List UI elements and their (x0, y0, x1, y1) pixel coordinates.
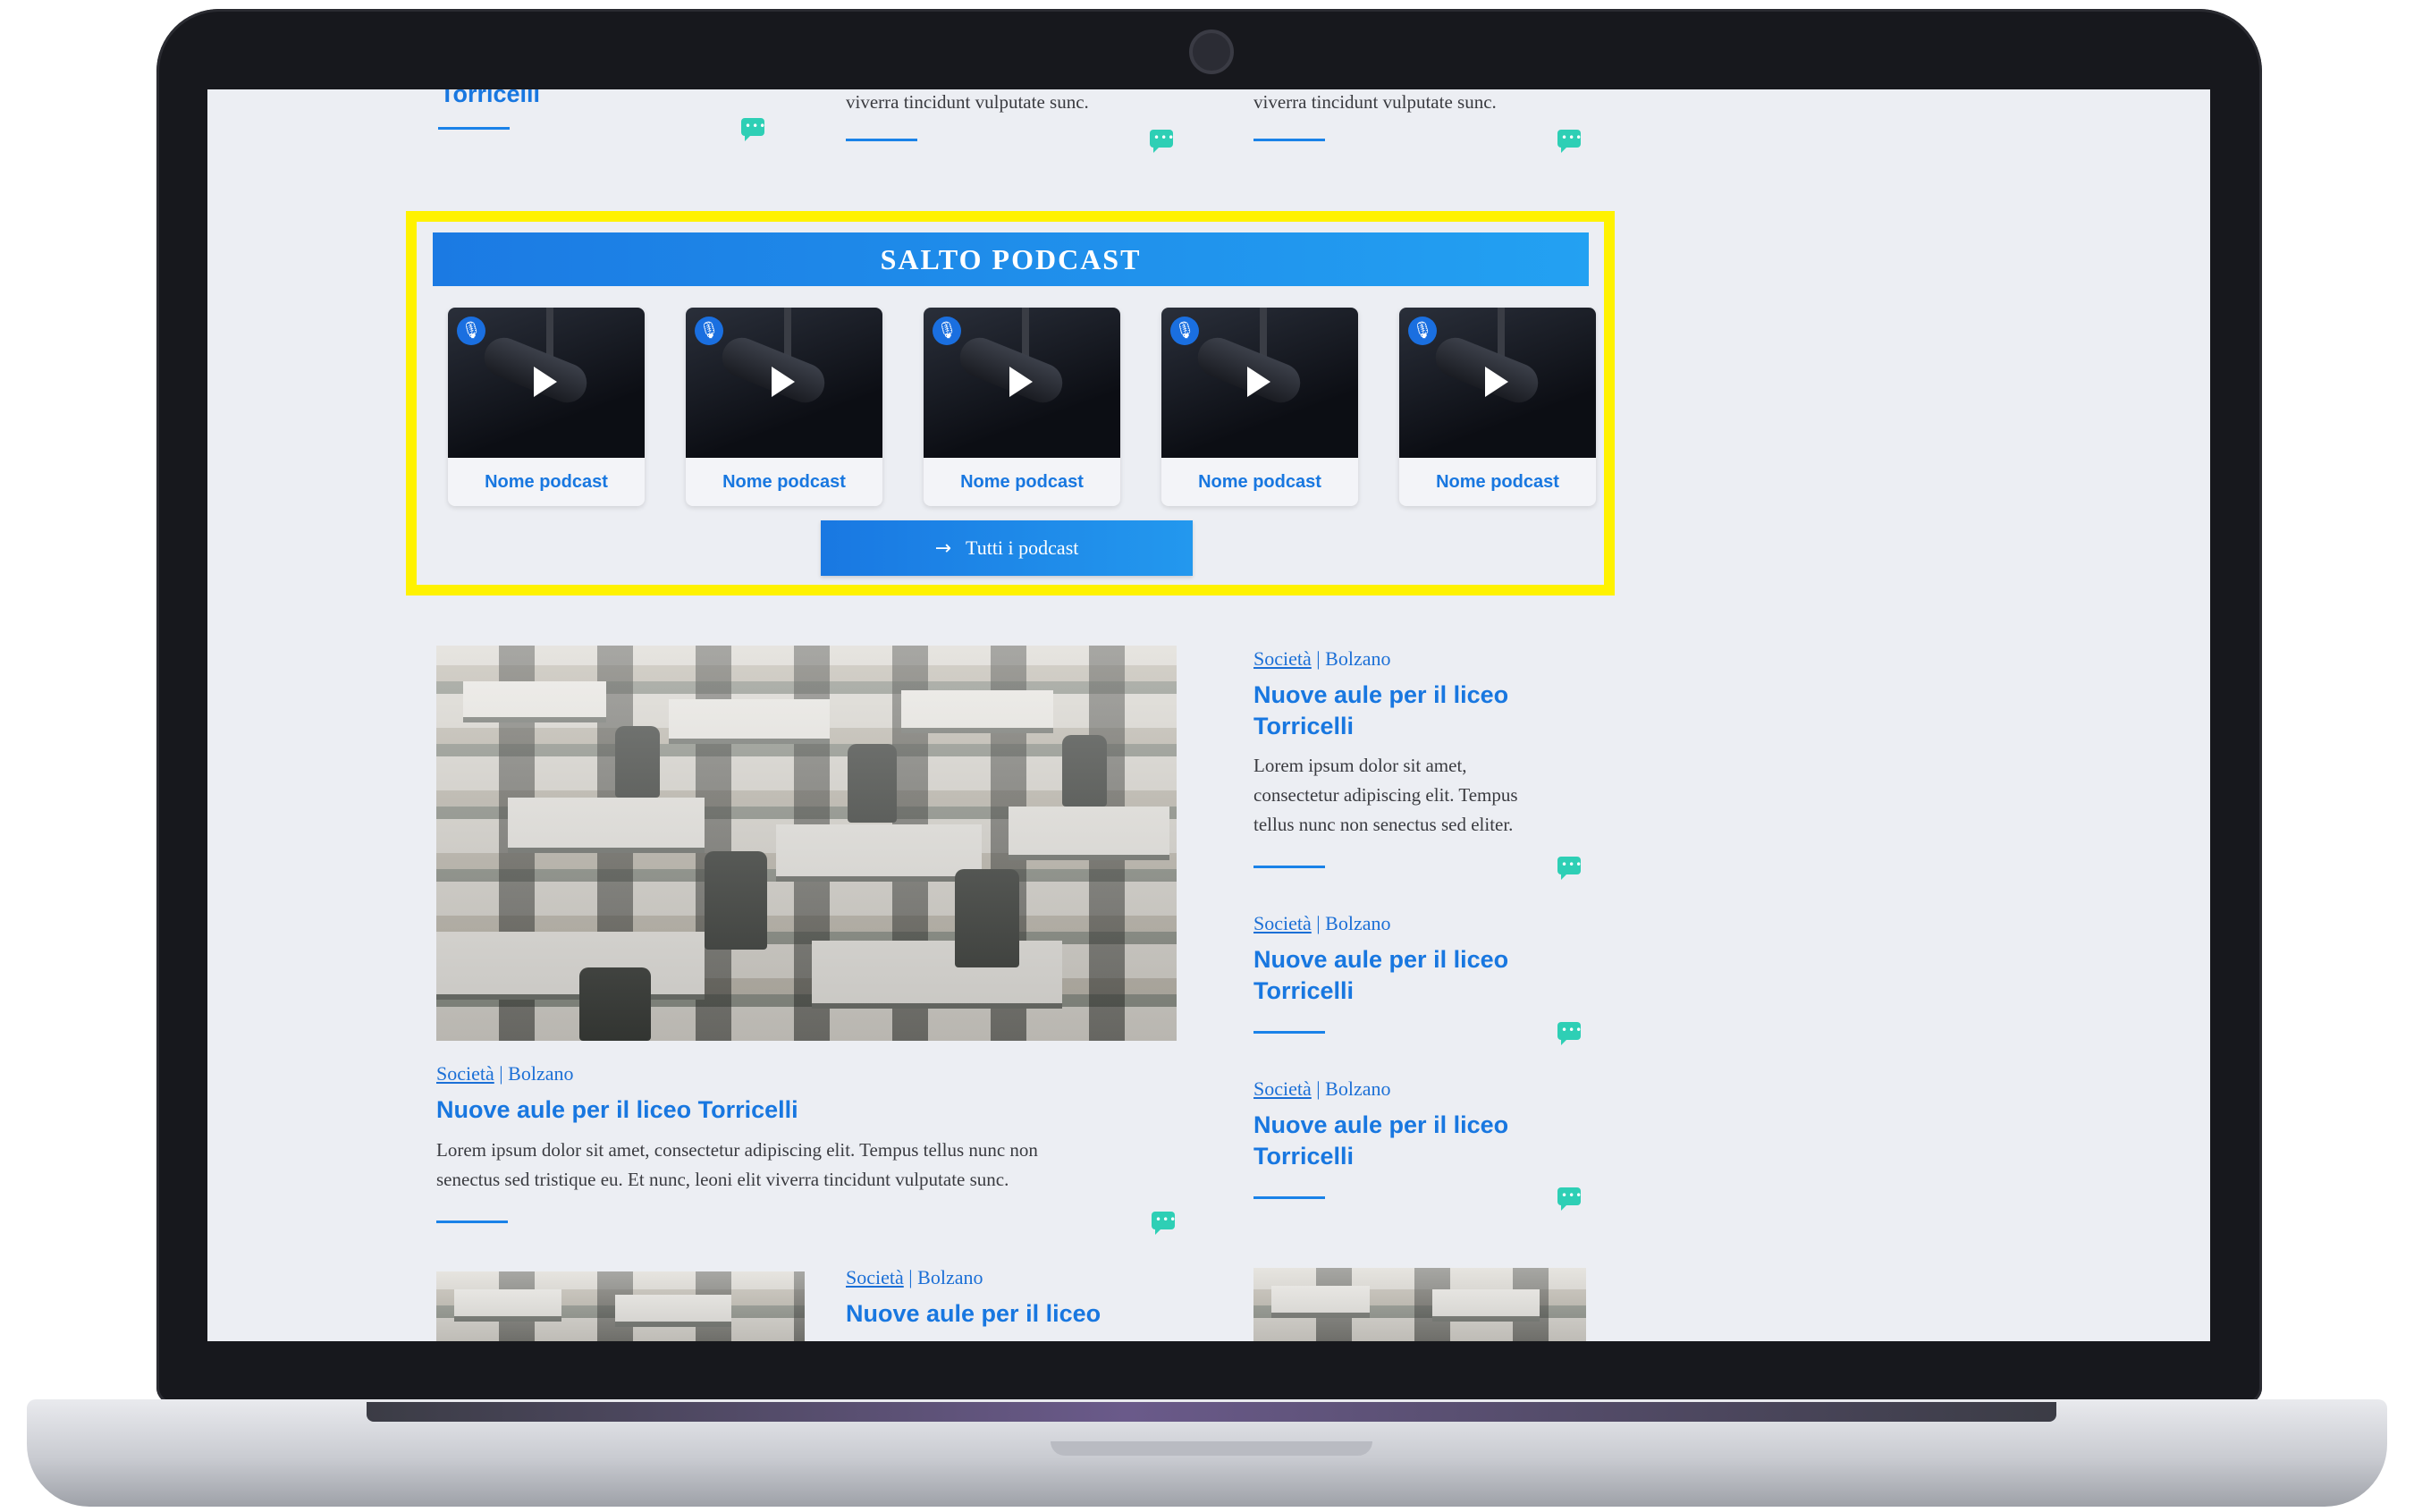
article-category[interactable]: Società | Bolzano (846, 1266, 983, 1289)
location-link[interactable]: Bolzano (917, 1266, 983, 1288)
article-title-line[interactable]: Nuove aule per il liceo (1253, 680, 1508, 711)
article-excerpt-line: senectus sed tristique eu. Et nunc, leon… (436, 1169, 1009, 1190)
podcast-card[interactable]: 🎙 Nome podcast (1399, 308, 1596, 506)
microphone-icon: 🎙 (457, 317, 485, 345)
article-excerpt-line: Lorem ipsum dolor sit amet, consectetur … (436, 1139, 1038, 1161)
article-excerpt-line: consectetur adipiscing elit. Tempus (1253, 784, 1518, 806)
article-title-line[interactable]: Nuove aule per il liceo (1253, 944, 1508, 976)
podcast-card-label[interactable]: Nome podcast (1399, 458, 1596, 506)
microphone-icon: 🎙 (933, 317, 961, 345)
all-podcasts-button[interactable]: → Tutti i podcast (821, 520, 1193, 576)
image-shading (1253, 1268, 1586, 1341)
comment-icon[interactable]: ••• (1557, 130, 1582, 153)
category-link[interactable]: Società (846, 1266, 904, 1288)
microphone-icon: 🎙 (1170, 317, 1199, 345)
category-link[interactable]: Società (1253, 647, 1312, 670)
location-link[interactable]: Bolzano (508, 1062, 573, 1085)
podcast-card[interactable]: 🎙 Nome podcast (924, 308, 1120, 506)
podcast-thumbnail[interactable]: 🎙 (448, 308, 645, 458)
article-excerpt-line: Lorem ipsum dolor sit amet, (1253, 755, 1467, 776)
article-category[interactable]: Società | Bolzano (1253, 647, 1391, 671)
article-excerpt: Lorem ipsum dolor sit amet, consectetur … (1253, 751, 1518, 840)
article-title[interactable]: Nuove aule per il liceo Torricelli (1253, 1110, 1508, 1172)
microphone-icon: 🎙 (695, 317, 723, 345)
article-divider (846, 139, 917, 141)
category-link[interactable]: Società (1253, 912, 1312, 934)
location-link[interactable]: Bolzano (1325, 1077, 1390, 1100)
laptop-keyboard-edge (367, 1402, 2056, 1422)
microphone-icon: 🎙 (1408, 317, 1437, 345)
all-podcasts-label: Tutti i podcast (966, 536, 1079, 559)
article-divider (1253, 1031, 1325, 1034)
play-icon[interactable] (1247, 367, 1270, 397)
article-title-line[interactable]: Torricelli (1253, 1141, 1508, 1172)
comment-icon[interactable]: ••• (1557, 857, 1582, 880)
podcast-thumbnail[interactable]: 🎙 (1161, 308, 1358, 458)
article-divider (438, 127, 510, 130)
article-divider (1253, 139, 1325, 141)
podcast-card[interactable]: 🎙 Nome podcast (1161, 308, 1358, 506)
podcast-card-label[interactable]: Nome podcast (1161, 458, 1358, 506)
category-link[interactable]: Società (436, 1062, 494, 1085)
article-title[interactable]: Nuove aule per il liceo (846, 1298, 1101, 1330)
location-link[interactable]: Bolzano (1325, 912, 1390, 934)
arrow-right-icon: → (934, 537, 952, 560)
article-title-fragment[interactable]: Torricelli (440, 89, 540, 110)
article-excerpt-fragment: viverra tincidunt vulputate sunc. (1253, 91, 1497, 113)
article-divider (1253, 1196, 1325, 1199)
article-image[interactable] (436, 1271, 805, 1341)
comment-icon[interactable]: ••• (1150, 130, 1174, 153)
article-title-line[interactable]: Torricelli (1253, 711, 1508, 742)
comment-icon[interactable]: ••• (741, 118, 765, 141)
category-link[interactable]: Società (1253, 1077, 1312, 1100)
podcast-card[interactable]: 🎙 Nome podcast (448, 308, 645, 506)
podcast-section: SALTO PODCAST 🎙 Nome podcast 🎙 Nome podc… (406, 211, 1615, 596)
image-shading (436, 1271, 805, 1341)
camera-icon (1189, 30, 1234, 74)
article-divider (1253, 866, 1325, 868)
article-title[interactable]: Nuove aule per il liceo Torricelli (436, 1094, 798, 1126)
podcast-card-label[interactable]: Nome podcast (686, 458, 882, 506)
podcast-card[interactable]: 🎙 Nome podcast (686, 308, 882, 506)
article-excerpt-fragment: viverra tincidunt vulputate sunc. (846, 91, 1089, 113)
podcast-card-label[interactable]: Nome podcast (924, 458, 1120, 506)
location-link[interactable]: Bolzano (1325, 647, 1390, 670)
podcast-section-title: SALTO PODCAST (433, 232, 1589, 286)
comment-icon[interactable]: ••• (1557, 1022, 1582, 1045)
article-divider (436, 1221, 508, 1223)
laptop-mockup: Torricelli ••• viverra tincidunt vulputa… (0, 0, 2414, 1512)
article-excerpt-line: tellus nunc non senectus sed eliter. (1253, 814, 1514, 835)
article-title[interactable]: Nuove aule per il liceo Torricelli (1253, 944, 1508, 1007)
article-title[interactable]: Nuove aule per il liceo Torricelli (1253, 680, 1508, 742)
image-shading (436, 646, 1177, 1041)
play-icon[interactable] (772, 367, 795, 397)
podcast-thumbnail[interactable]: 🎙 (1399, 308, 1596, 458)
browser-viewport: Torricelli ••• viverra tincidunt vulputa… (207, 89, 2210, 1341)
laptop-opening-notch (1051, 1441, 1372, 1456)
play-icon[interactable] (1485, 367, 1508, 397)
play-icon[interactable] (534, 367, 557, 397)
article-image[interactable] (436, 646, 1177, 1041)
article-image[interactable] (1253, 1268, 1586, 1341)
article-category[interactable]: Società | Bolzano (1253, 912, 1391, 935)
article-title-line[interactable]: Nuove aule per il liceo (1253, 1110, 1508, 1141)
comment-icon[interactable]: ••• (1557, 1187, 1582, 1211)
article-category[interactable]: Società | Bolzano (1253, 1077, 1391, 1101)
article-title-line[interactable]: Torricelli (1253, 976, 1508, 1007)
article-category[interactable]: Società | Bolzano (436, 1062, 574, 1085)
podcast-thumbnail[interactable]: 🎙 (686, 308, 882, 458)
play-icon[interactable] (1009, 367, 1033, 397)
podcast-card-label[interactable]: Nome podcast (448, 458, 645, 506)
comment-icon[interactable]: ••• (1152, 1212, 1176, 1235)
podcast-thumbnail[interactable]: 🎙 (924, 308, 1120, 458)
